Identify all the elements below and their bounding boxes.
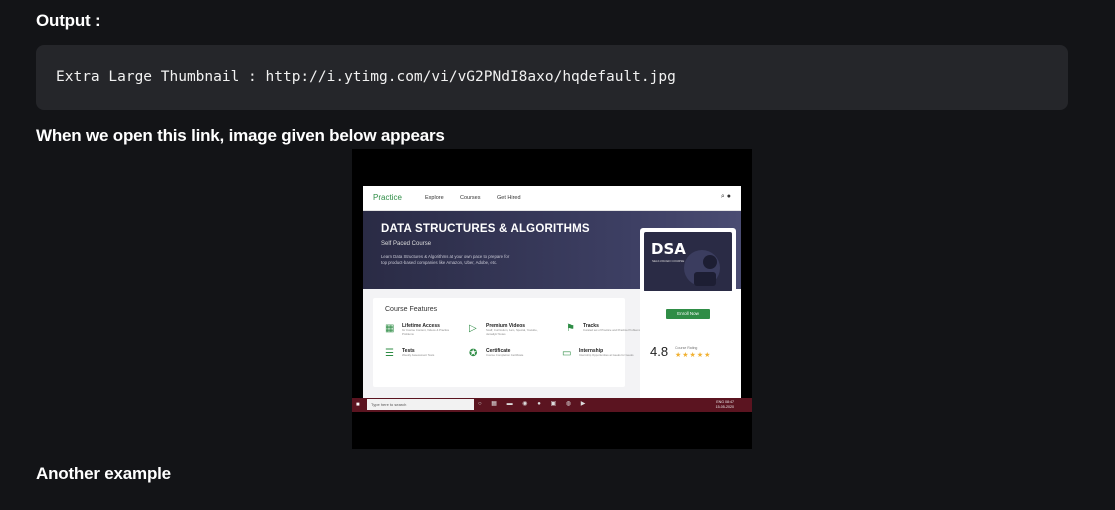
- course-title: DATA STRUCTURES & ALGORITHMS: [381, 223, 590, 235]
- feature-item: ✪ Certificate Course Completion Certific…: [469, 348, 549, 368]
- nav-link-get-hired: Get Hired: [497, 195, 521, 201]
- feature-item: ▦ Lifetime Access for Course Content, Vi…: [385, 323, 465, 343]
- feature-desc: Curated set of Practice and Practice Pro…: [583, 328, 641, 332]
- code-block: Extra Large Thumbnail : http://i.ytimg.c…: [36, 45, 1068, 110]
- search-icon: ⌕ ●: [720, 193, 731, 200]
- nav-link-explore: Explore: [425, 195, 444, 201]
- calendar-icon: ▦: [385, 323, 395, 334]
- browser-screen: Practice Explore Courses Get Hired ⌕ ● D…: [363, 186, 741, 398]
- feature-desc: Internship Opportunities at Geeks for Ge…: [579, 353, 634, 357]
- checklist-icon: ☰: [385, 348, 394, 359]
- feature-desc: for Course Content, Videos & Practice Pr…: [402, 328, 450, 336]
- another-example-heading: Another example: [36, 464, 171, 483]
- feature-item: ☰ Tests Weekly Assessment Tests: [385, 348, 465, 368]
- play-icon: ▷: [469, 323, 477, 334]
- feature-item: ⚑ Tracks Curated set of Practice and Pra…: [566, 323, 646, 343]
- course-card-image: DSA SELF-PACED COURSE: [644, 232, 732, 292]
- nav-link-courses: Courses: [460, 195, 481, 201]
- brand-logo: Practice: [373, 193, 402, 202]
- tray-lang: ENG: [716, 400, 724, 404]
- star-rating-icon: ★★★★★: [675, 352, 712, 359]
- features-title: Course Features: [385, 306, 438, 313]
- output-heading: Output :: [36, 11, 101, 30]
- feature-item: ▭ Internship Internship Opportunities at…: [562, 348, 642, 368]
- features-panel: Course Features ▦ Lifetime Access for Co…: [373, 298, 640, 387]
- feature-desc: Course Completion Certificate: [486, 353, 524, 357]
- features-section: Course Features ▦ Lifetime Access for Co…: [363, 289, 640, 398]
- feature-desc: Weekly Assessment Tests: [402, 353, 435, 357]
- course-card: DSA SELF-PACED COURSE: [640, 228, 736, 296]
- description-heading: When we open this link, image given belo…: [36, 126, 445, 145]
- tray-date: 15-05-2020: [715, 404, 734, 409]
- taskbar-apps-icon: ○ ▦ ▬ ◉ ● ▣ ◍ ▶: [478, 401, 590, 407]
- course-banner: DATA STRUCTURES & ALGORITHMS Self Paced …: [363, 211, 741, 296]
- course-description: Learn Data Structures & Algorithms at yo…: [381, 254, 510, 265]
- flag-icon: ⚑: [566, 323, 575, 334]
- card-illustration: [684, 250, 720, 286]
- system-tray: ENG 08:47 15-05-2020: [716, 400, 734, 409]
- enroll-button: Enroll Now: [666, 309, 710, 319]
- thumbnail-image: Practice Explore Courses Get Hired ⌕ ● D…: [352, 149, 752, 449]
- briefcase-icon: ▭: [562, 348, 572, 359]
- code-text: Extra Large Thumbnail : http://i.ytimg.c…: [56, 69, 676, 85]
- site-nav: Practice Explore Courses Get Hired ⌕ ●: [363, 186, 741, 211]
- course-subtitle: Self Paced Course: [381, 241, 432, 247]
- award-icon: ✪: [469, 348, 478, 359]
- windows-taskbar: ■ Type here to search ○ ▦ ▬ ◉ ● ▣ ◍ ▶ EN…: [352, 398, 752, 412]
- enroll-panel: Enroll Now 4.8 Course Rating ★★★★★: [640, 291, 736, 395]
- windows-start-icon: ■: [356, 402, 360, 408]
- tray-time: 08:47: [725, 400, 734, 404]
- taskbar-search: Type here to search: [367, 399, 474, 410]
- feature-item: ▷ Premium Videos Scaff, Curriculum, 1am,…: [469, 323, 549, 343]
- rating-value: 4.8: [650, 344, 669, 359]
- feature-desc: Scaff, Curriculum, 1am, Special, Youtube…: [486, 328, 538, 336]
- rating-label: Course Rating: [675, 346, 698, 350]
